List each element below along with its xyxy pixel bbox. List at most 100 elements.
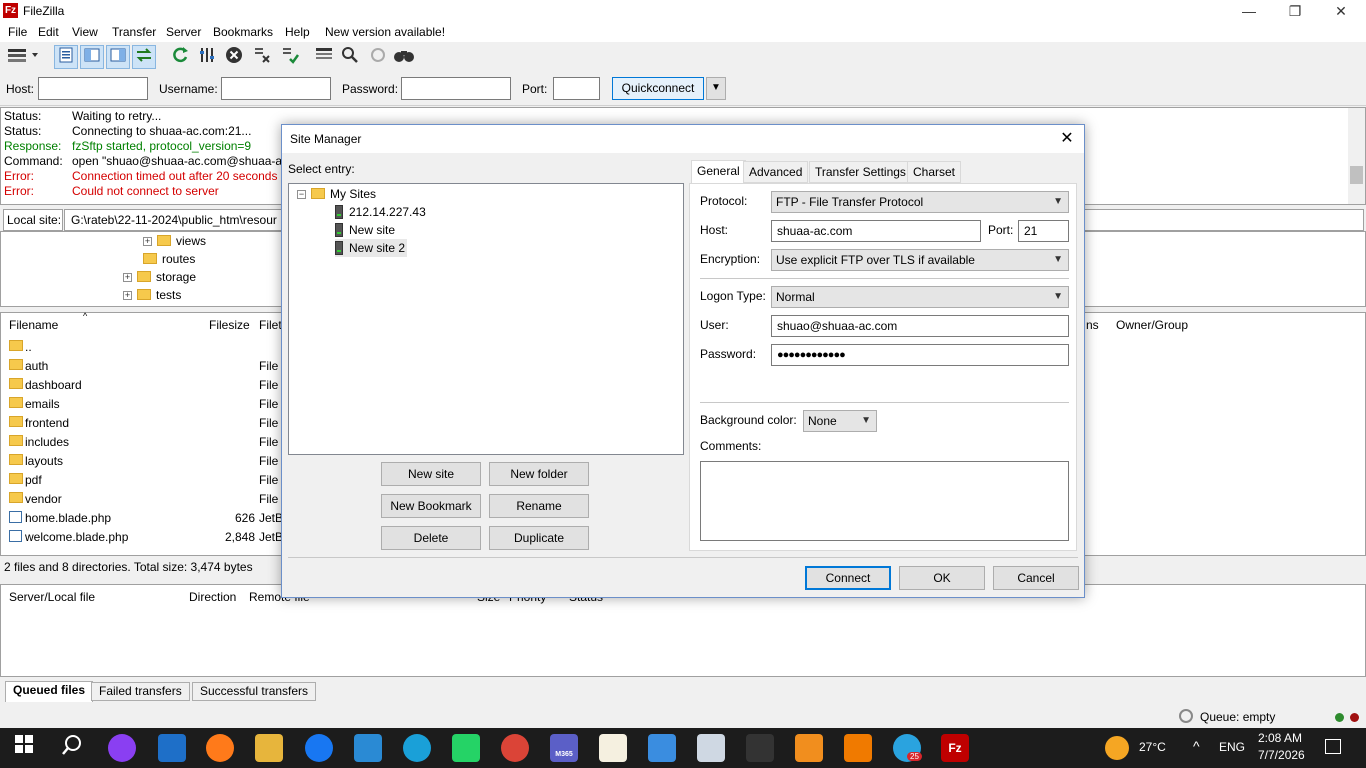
- column-filesize[interactable]: Filesize: [209, 318, 250, 332]
- collapse-icon[interactable]: −: [297, 190, 306, 200]
- clock-date[interactable]: 7/7/2026: [1258, 748, 1305, 762]
- tab-transfer-settings[interactable]: Transfer Settings: [809, 161, 912, 183]
- host-input[interactable]: shuaa-ac.com: [771, 220, 981, 242]
- tree-node[interactable]: + tests: [123, 286, 181, 304]
- menu-help[interactable]: Help: [285, 25, 310, 39]
- edge-icon[interactable]: [403, 734, 431, 762]
- logon-type-select[interactable]: Normal ▼: [771, 286, 1069, 308]
- new-site-button[interactable]: New site: [381, 462, 481, 486]
- weather-icon[interactable]: [1105, 736, 1129, 760]
- quickconnect-username-input[interactable]: [221, 77, 331, 100]
- tree-node-site[interactable]: 212.14.227.43: [335, 203, 426, 221]
- search-icon[interactable]: [58, 734, 86, 762]
- ok-button[interactable]: OK: [899, 566, 985, 590]
- tree-node-site[interactable]: New site: [335, 221, 395, 239]
- binoculars-icon[interactable]: [392, 45, 416, 69]
- user-input[interactable]: shuao@shuaa-ac.com: [771, 315, 1069, 337]
- menu-file[interactable]: File: [8, 25, 27, 39]
- directory-listing-filter-icon[interactable]: [312, 45, 336, 69]
- tree-node[interactable]: + storage: [123, 268, 196, 286]
- vscode-icon[interactable]: [354, 734, 382, 762]
- tree-node-my-sites[interactable]: − My Sites: [297, 185, 376, 203]
- queue-column-file[interactable]: Server/Local file: [9, 590, 95, 604]
- protocol-select[interactable]: FTP - File Transfer Protocol ▼: [771, 191, 1069, 213]
- search-icon[interactable]: [338, 45, 362, 69]
- connect-button[interactable]: Connect: [805, 566, 891, 590]
- expand-icon[interactable]: +: [123, 291, 132, 301]
- queue-column-direction[interactable]: Direction: [189, 590, 236, 604]
- password-input[interactable]: ●●●●●●●●●●●●: [771, 344, 1069, 366]
- menu-view[interactable]: View: [72, 25, 98, 39]
- column-permissions[interactable]: ns: [1086, 318, 1099, 332]
- new-folder-button[interactable]: New folder: [489, 462, 589, 486]
- firefox-icon[interactable]: [206, 734, 234, 762]
- rename-button[interactable]: Rename: [489, 494, 589, 518]
- quickconnect-password-input[interactable]: [401, 77, 511, 100]
- log-scrollbar[interactable]: [1348, 108, 1365, 204]
- port-input[interactable]: 21: [1018, 220, 1069, 242]
- tab-charset[interactable]: Charset: [907, 161, 962, 183]
- whatsapp-icon[interactable]: [452, 734, 480, 762]
- messenger-blue-icon[interactable]: [305, 734, 333, 762]
- tab-advanced[interactable]: Advanced: [743, 161, 809, 183]
- tree-node[interactable]: + views: [143, 232, 206, 250]
- expand-icon[interactable]: +: [123, 273, 132, 283]
- tree-node[interactable]: routes: [143, 250, 195, 268]
- menu-transfer[interactable]: Transfer: [112, 25, 156, 39]
- tab-general[interactable]: General: [691, 160, 746, 184]
- filezilla-icon[interactable]: Fz: [941, 734, 969, 762]
- comments-textarea[interactable]: [700, 461, 1069, 541]
- menu-new-version[interactable]: New version available!: [325, 25, 445, 39]
- duplicate-button[interactable]: Duplicate: [489, 526, 589, 550]
- m365-icon[interactable]: M365: [550, 734, 578, 762]
- quickconnect-button[interactable]: Quickconnect: [612, 77, 704, 100]
- column-filename[interactable]: Filename: [9, 318, 58, 332]
- notifications-icon[interactable]: [1325, 739, 1341, 754]
- tab-queued-files[interactable]: Queued files: [5, 681, 94, 702]
- chrome-icon[interactable]: [501, 734, 529, 762]
- reconnect-icon[interactable]: [278, 45, 302, 69]
- expand-icon[interactable]: +: [143, 237, 152, 247]
- toggle-log-icon[interactable]: [54, 45, 78, 69]
- menu-bookmarks[interactable]: Bookmarks: [213, 25, 273, 39]
- encryption-select[interactable]: Use explicit FTP over TLS if available ▼: [771, 249, 1069, 271]
- tree-node-site-selected[interactable]: New site 2: [335, 239, 408, 257]
- file-explorer-alt-icon[interactable]: [158, 734, 186, 762]
- toggle-remote-tree-icon[interactable]: [106, 45, 130, 69]
- keyboard-icon[interactable]: [697, 734, 725, 762]
- messenger-icon[interactable]: [108, 734, 136, 762]
- menu-server[interactable]: Server: [166, 25, 201, 39]
- file-explorer-icon[interactable]: [255, 734, 283, 762]
- chevron-up-icon[interactable]: ^: [1193, 738, 1200, 754]
- background-color-select[interactable]: None ▼: [803, 410, 877, 432]
- terminal-icon[interactable]: [746, 734, 774, 762]
- toggle-queue-icon[interactable]: [132, 45, 156, 69]
- quickconnect-host-input[interactable]: [38, 77, 148, 100]
- quickconnect-dropdown-button[interactable]: ▼: [706, 77, 726, 100]
- sync-browsing-icon[interactable]: [366, 45, 390, 69]
- close-window-button[interactable]: ✕: [1318, 0, 1364, 22]
- refresh-icon[interactable]: [168, 45, 192, 69]
- column-filetype[interactable]: Filet: [259, 318, 282, 332]
- xampp-icon[interactable]: [795, 734, 823, 762]
- clock-time[interactable]: 2:08 AM: [1258, 731, 1302, 745]
- toggle-local-tree-icon[interactable]: [80, 45, 104, 69]
- process-queue-icon[interactable]: [196, 45, 220, 69]
- site-tree[interactable]: − My Sites 212.14.227.43 New site New sit…: [288, 183, 684, 455]
- close-icon[interactable]: ✕: [1056, 128, 1078, 150]
- new-bookmark-button[interactable]: New Bookmark: [381, 494, 481, 518]
- tab-successful-transfers[interactable]: Successful transfers: [192, 682, 317, 701]
- cancel-operation-icon[interactable]: [222, 45, 246, 69]
- menu-edit[interactable]: Edit: [38, 25, 59, 39]
- cancel-button[interactable]: Cancel: [993, 566, 1079, 590]
- delete-button[interactable]: Delete: [381, 526, 481, 550]
- quickconnect-port-input[interactable]: [553, 77, 600, 100]
- disconnect-icon[interactable]: [250, 45, 274, 69]
- restore-button[interactable]: ❐: [1272, 0, 1318, 22]
- tree-app-icon[interactable]: [599, 734, 627, 762]
- vlc-icon[interactable]: [844, 734, 872, 762]
- windows-start-icon[interactable]: [10, 734, 38, 762]
- site-manager-icon[interactable]: [4, 45, 42, 69]
- photos-icon[interactable]: [648, 734, 676, 762]
- tab-failed-transfers[interactable]: Failed transfers: [91, 682, 190, 701]
